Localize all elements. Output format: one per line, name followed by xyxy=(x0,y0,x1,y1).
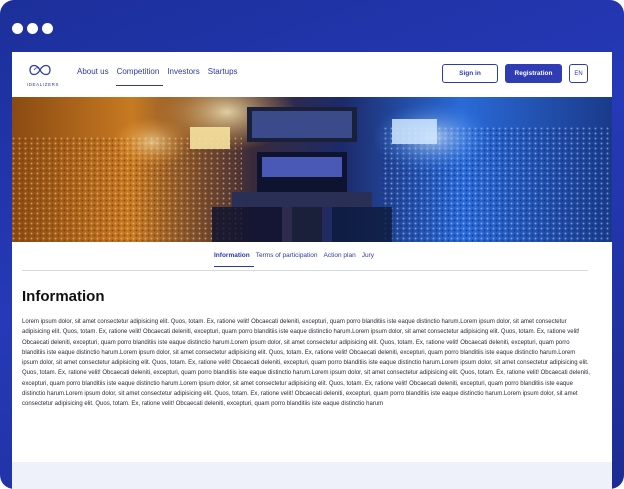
language-button[interactable]: EN xyxy=(569,64,588,83)
tab-jury[interactable]: Jury xyxy=(362,252,378,267)
logo[interactable]: IDEALIZERS xyxy=(23,61,59,89)
footer-band xyxy=(12,462,612,489)
registration-button[interactable]: Registration xyxy=(505,64,562,83)
hero-image xyxy=(12,97,612,242)
tab-terms[interactable]: Terms of participation xyxy=(256,252,322,267)
esports-arena-image xyxy=(12,97,612,242)
tab-list: Information Terms of participation Actio… xyxy=(214,252,380,267)
site-header: IDEALIZERS About us Competition Investor… xyxy=(12,52,612,97)
nav-investors[interactable]: Investors xyxy=(166,66,203,86)
nav-competition[interactable]: Competition xyxy=(115,66,164,86)
tab-information[interactable]: Information xyxy=(214,252,254,267)
main-nav: About us Competition Investors Startups xyxy=(76,66,245,86)
window-controls xyxy=(12,23,53,34)
page-title: Information xyxy=(22,288,105,305)
nav-startups[interactable]: Startups xyxy=(207,66,242,86)
infinity-icon xyxy=(29,64,51,76)
window-dot[interactable] xyxy=(12,23,23,34)
page-window: IDEALIZERS About us Competition Investor… xyxy=(12,52,612,489)
brand-name: IDEALIZERS xyxy=(26,82,60,87)
browser-frame: IDEALIZERS About us Competition Investor… xyxy=(0,0,624,489)
nav-about[interactable]: About us xyxy=(76,66,113,86)
signin-button[interactable]: Sign in xyxy=(442,64,498,83)
section-tabs: Information Terms of participation Actio… xyxy=(22,248,588,271)
tab-action-plan[interactable]: Action plan xyxy=(324,252,360,267)
information-text: Lorem ipsum dolor, sit amet consectetur … xyxy=(22,319,590,408)
window-dot[interactable] xyxy=(42,23,53,34)
window-dot[interactable] xyxy=(27,23,38,34)
